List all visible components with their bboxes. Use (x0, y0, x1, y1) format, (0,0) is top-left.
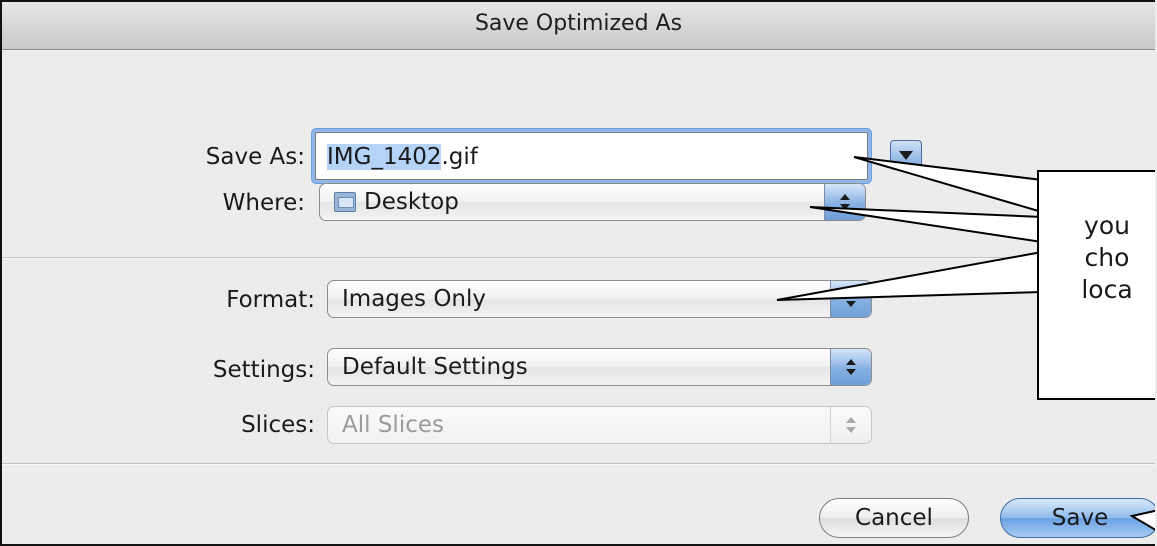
callout-pointer-save-as (853, 156, 1043, 214)
callout-line-1: you (1084, 211, 1130, 240)
callout-pointer-save-button (1129, 509, 1155, 531)
save-dialog: Save Optimized As Save As: IMG_1402.gif … (0, 0, 1155, 546)
callout-pointers (776, 156, 1155, 531)
callout-box: you cho loca (1037, 170, 1155, 400)
callout-line-2: cho (1084, 243, 1130, 272)
callout-line-3: loca (1081, 275, 1133, 304)
callout-pointer-format (776, 250, 1043, 301)
callout-pointer-where (809, 206, 1043, 244)
